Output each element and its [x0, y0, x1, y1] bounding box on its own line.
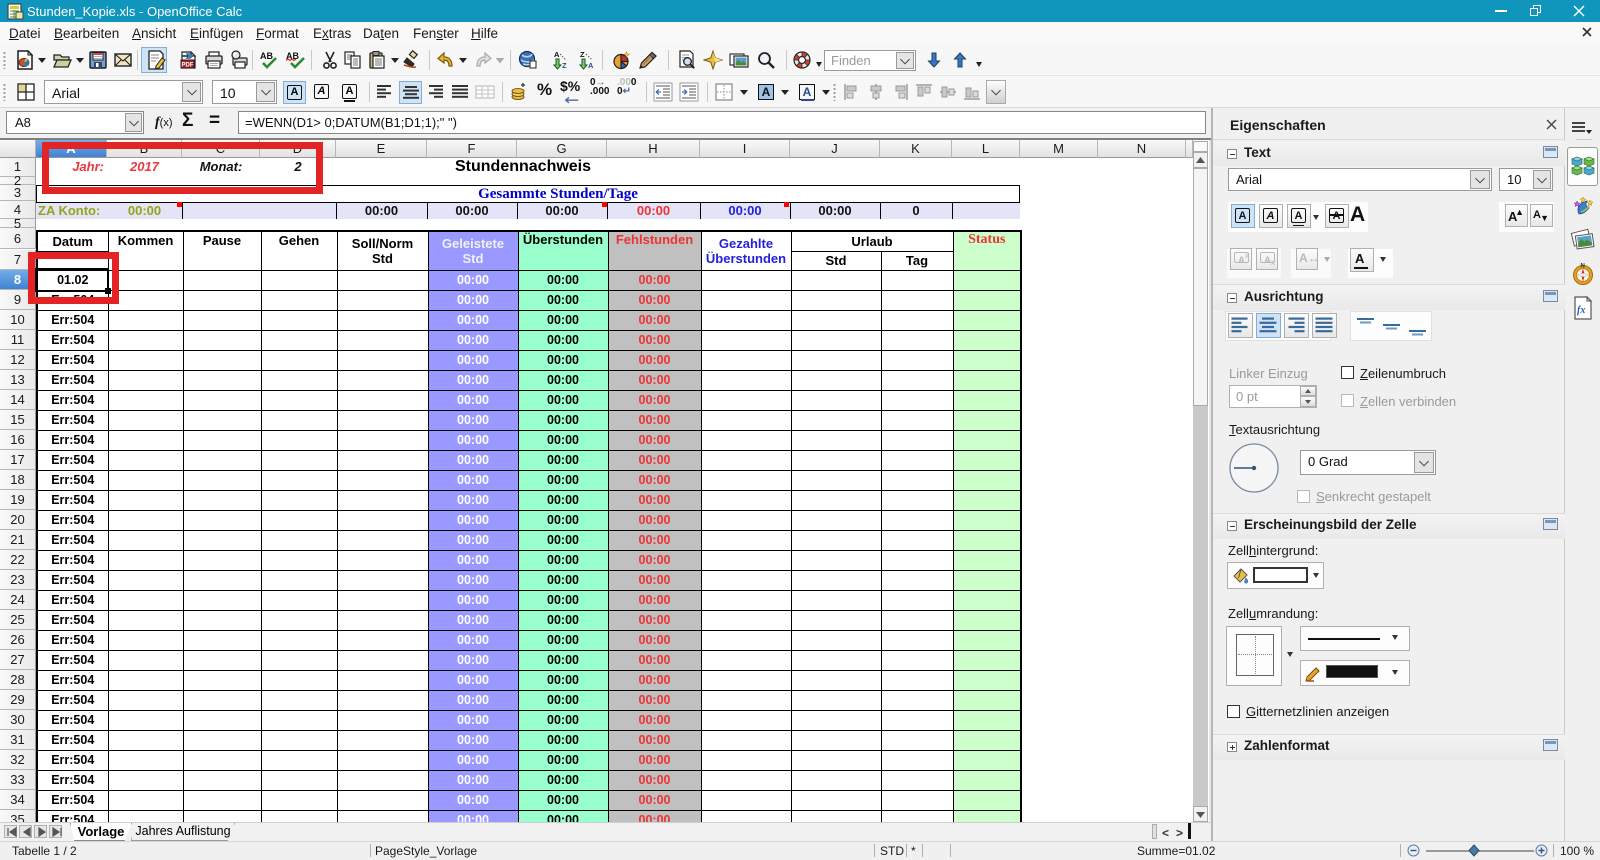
svg-text:A: A: [588, 61, 594, 70]
svg-text:N: N: [1581, 264, 1585, 270]
svg-text:PDF: PDF: [182, 63, 194, 69]
svg-text:AB: AB: [260, 51, 273, 61]
svg-text:Z: Z: [580, 50, 585, 59]
svg-text:Z: Z: [562, 61, 567, 70]
svg-text:A: A: [554, 50, 560, 59]
svg-text:fx: fx: [1577, 305, 1585, 316]
